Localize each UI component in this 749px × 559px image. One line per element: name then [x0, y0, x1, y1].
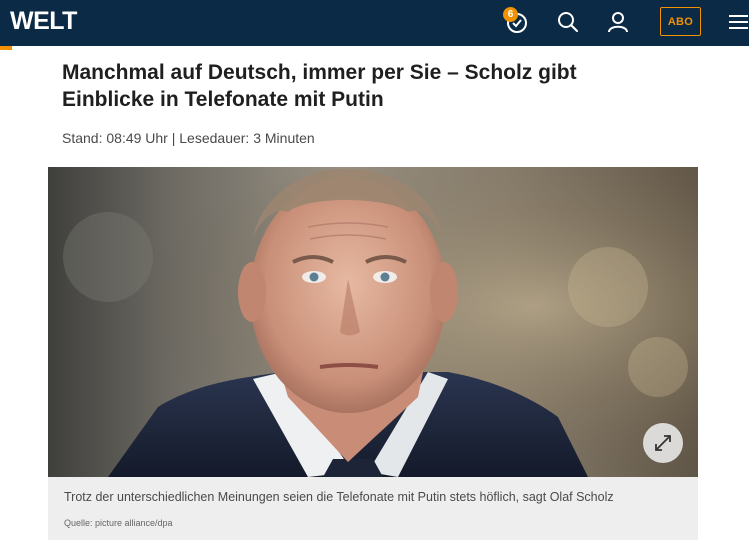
menu-button[interactable]: [724, 6, 749, 38]
search-icon: [558, 12, 579, 33]
image-caption: Trotz der unterschiedlichen Meinungen se…: [64, 490, 614, 504]
logo-text: WELT: [10, 7, 77, 35]
portrait-photo: [48, 167, 698, 477]
top-navigation-bar: WELT 6 ABO: [0, 0, 749, 46]
welt-logo[interactable]: WELT: [10, 7, 77, 36]
history-count-badge: 6: [503, 7, 518, 22]
search-button[interactable]: [551, 6, 585, 38]
user-icon: [608, 12, 628, 33]
abo-button[interactable]: ABO: [660, 7, 701, 36]
image-caption-box: Trotz der unterschiedlichen Meinungen se…: [48, 477, 698, 540]
image-credit: Quelle: picture alliance/dpa: [64, 518, 173, 528]
hamburger-menu-icon: [728, 15, 748, 29]
expand-arrows-icon: [655, 435, 671, 451]
expand-image-button[interactable]: [643, 423, 683, 463]
article-hero-image[interactable]: [48, 167, 698, 477]
article-meta: Stand: 08:49 Uhr | Lesedauer: 3 Minuten: [62, 130, 315, 146]
history-button[interactable]: 6: [500, 6, 534, 38]
article-headline: Manchmal auf Deutsch, immer per Sie – Sc…: [62, 61, 577, 111]
accent-stripe: [0, 46, 12, 50]
account-button[interactable]: [601, 6, 635, 38]
